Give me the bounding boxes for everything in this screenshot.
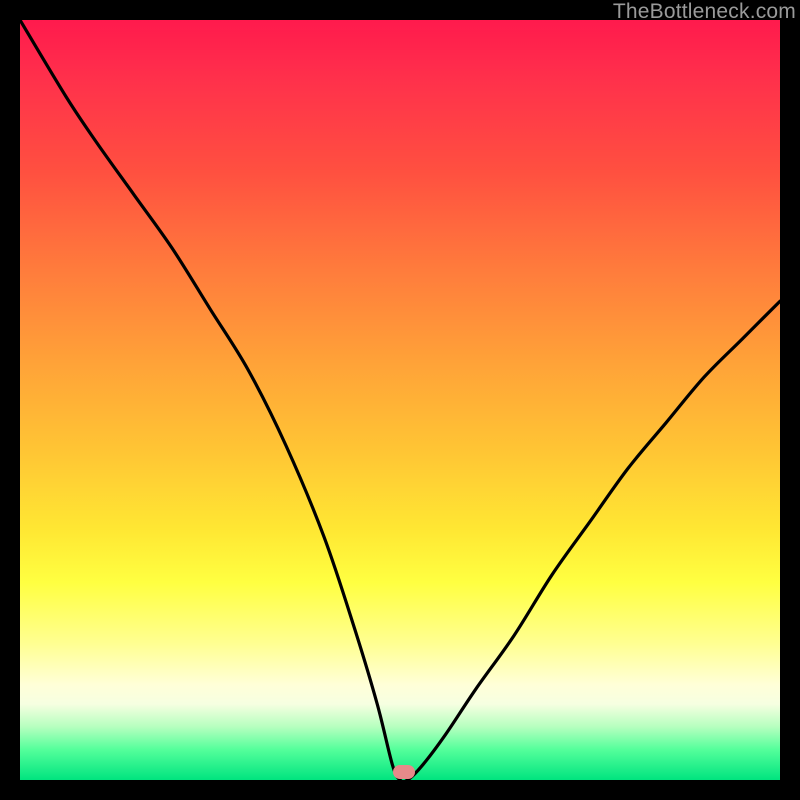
plot-area <box>20 20 780 780</box>
chart-frame: TheBottleneck.com <box>0 0 800 800</box>
optimum-marker <box>393 765 415 779</box>
bottleneck-curve <box>20 20 780 780</box>
